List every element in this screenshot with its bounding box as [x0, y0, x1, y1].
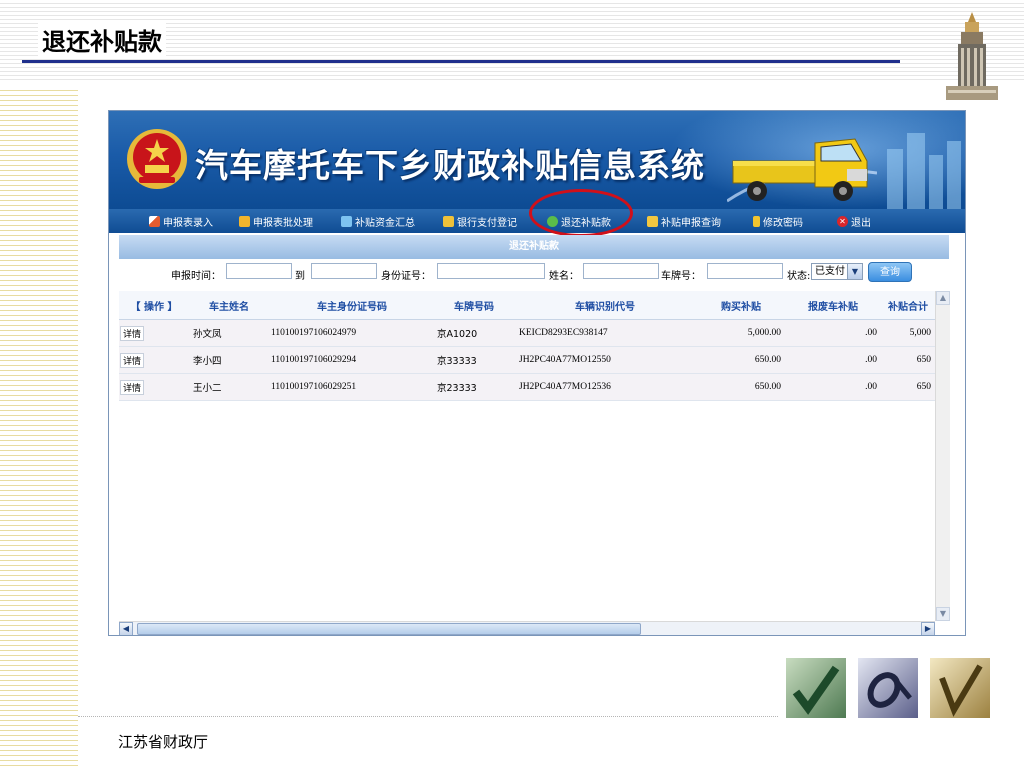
- col-header-scrap-subsidy[interactable]: 报废车补贴: [785, 291, 881, 320]
- buildings-illustration: [887, 133, 961, 209]
- col-header-purchase-subsidy[interactable]: 购买补贴: [697, 291, 785, 320]
- total-subsidy-cell: 650: [881, 373, 935, 401]
- menu-entry-input[interactable]: 申报表录入: [149, 213, 213, 229]
- detail-button[interactable]: 详情: [120, 325, 145, 341]
- horizontal-scrollbar[interactable]: ◀ ▶: [119, 621, 935, 635]
- plate-cell: 京23333: [435, 373, 513, 401]
- table-row: 详情 李小四 110100197106029294 京33333 JH2PC40…: [119, 346, 935, 374]
- menu-label: 修改密码: [763, 217, 803, 229]
- search-icon: [647, 215, 658, 227]
- col-header-action: 【 操作 】: [119, 291, 189, 320]
- menu-logout[interactable]: ✕ 退出: [837, 213, 871, 229]
- zero-sign-icon: [858, 658, 918, 718]
- vin-cell: JH2PC40A77MO12550: [513, 346, 697, 374]
- status-label: 状态:: [787, 271, 811, 282]
- coins-icon: [443, 215, 454, 227]
- detail-button[interactable]: 详情: [120, 379, 145, 395]
- menu-label: 补贴申报查询: [661, 217, 721, 229]
- scroll-left-icon[interactable]: ◀: [119, 622, 133, 635]
- app-banner: 汽车摩托车下乡财政补贴信息系统: [109, 111, 965, 209]
- close-icon: ✕: [837, 215, 848, 227]
- menu-label: 银行支付登记: [457, 217, 517, 229]
- start-date-input[interactable]: [226, 263, 292, 279]
- plate-input[interactable]: [707, 263, 783, 279]
- batch-icon: [239, 215, 250, 227]
- name-label: 姓名：: [549, 271, 579, 282]
- vin-cell: KEICD8293EC938147: [513, 319, 697, 347]
- scroll-up-icon[interactable]: ▲: [936, 291, 950, 305]
- purchase-subsidy-cell: 650.00: [697, 373, 785, 401]
- end-date-input[interactable]: [311, 263, 377, 279]
- checklist-icon: [341, 215, 352, 227]
- owner-name-cell: 王小二: [189, 373, 269, 401]
- status-select[interactable]: 已支付 ▼: [811, 263, 863, 280]
- scrap-subsidy-cell: .00: [785, 319, 881, 347]
- highlight-circle: [529, 189, 633, 237]
- national-emblem-icon: [127, 129, 187, 189]
- panel-title: 退还补贴款: [119, 235, 949, 259]
- id-number-cell: 110100197106024979: [269, 319, 435, 347]
- chevron-down-icon: ▼: [847, 264, 862, 279]
- results-table: 【 操作 】 车主姓名 车主身份证号码 车牌号码 车辆识别代号 购买补贴 报废车…: [119, 291, 935, 619]
- id-number-cell: 110100197106029251: [269, 373, 435, 401]
- app-title: 汽车摩托车下乡财政补贴信息系统: [195, 146, 705, 185]
- search-form: 申报时间： 到 身份证号： 姓名： 车牌号： 状态: 已支付 ▼ 查询: [119, 261, 949, 285]
- truck-illustration: [727, 138, 877, 203]
- plate-cell: 京A1020: [435, 319, 513, 347]
- to-label: 到: [295, 271, 305, 282]
- col-header-vin[interactable]: 车辆识别代号: [513, 291, 697, 320]
- checkmark-icon: [786, 658, 846, 718]
- menu-label: 补贴资金汇总: [355, 217, 415, 229]
- col-header-owner-name[interactable]: 车主姓名: [189, 291, 269, 320]
- pen-icon: [149, 215, 160, 227]
- purchase-subsidy-cell: 650.00: [697, 346, 785, 374]
- plate-label: 车牌号：: [661, 271, 701, 282]
- horizontal-scroll-thumb[interactable]: [137, 623, 641, 635]
- col-header-plate[interactable]: 车牌号码: [435, 291, 513, 320]
- slide-title: 退还补贴款: [38, 22, 166, 57]
- menu-label: 申报表批处理: [253, 217, 313, 229]
- plate-cell: 京33333: [435, 346, 513, 374]
- purchase-subsidy-cell: 5,000.00: [697, 319, 785, 347]
- table-header-row: 【 操作 】 车主姓名 车主身份证号码 车牌号码 车辆识别代号 购买补贴 报废车…: [119, 291, 935, 320]
- query-button[interactable]: 查询: [868, 262, 912, 282]
- table-row: 详情 王小二 110100197106029251 京23333 JH2PC40…: [119, 373, 935, 401]
- checkmark-gold-icon: [930, 658, 990, 718]
- table-row: 详情 孙文凤 110100197106024979 京A1020 KEICD82…: [119, 319, 935, 347]
- scroll-right-icon[interactable]: ▶: [921, 622, 935, 635]
- slide-side-lines: [0, 86, 78, 768]
- scrap-subsidy-cell: .00: [785, 373, 881, 401]
- menu-label: 申报表录入: [163, 217, 213, 229]
- date-label: 申报时间：: [171, 271, 221, 282]
- title-divider: [22, 60, 900, 63]
- col-header-total-subsidy[interactable]: 补贴合计: [881, 291, 935, 320]
- menu-batch-process[interactable]: 申报表批处理: [239, 213, 313, 229]
- menu-fund-summary[interactable]: 补贴资金汇总: [341, 213, 415, 229]
- detail-button[interactable]: 详情: [120, 352, 145, 368]
- status-value: 已支付: [815, 266, 845, 277]
- name-input[interactable]: [583, 263, 659, 279]
- id-label: 身份证号：: [381, 271, 431, 282]
- owner-name-cell: 李小四: [189, 346, 269, 374]
- total-subsidy-cell: 5,000: [881, 319, 935, 347]
- owner-name-cell: 孙文凤: [189, 319, 269, 347]
- menu-bank-payment[interactable]: 银行支付登记: [443, 213, 517, 229]
- menu-change-password[interactable]: 修改密码: [753, 213, 803, 229]
- footer-organization: 江苏省财政厅: [118, 733, 209, 751]
- scroll-down-icon[interactable]: ▼: [936, 607, 950, 621]
- menu-subsidy-query[interactable]: 补贴申报查询: [647, 213, 721, 229]
- footer-divider: [78, 716, 778, 717]
- total-subsidy-cell: 650: [881, 346, 935, 374]
- id-number-input[interactable]: [437, 263, 545, 279]
- menu-label: 退出: [851, 217, 871, 229]
- vertical-scrollbar[interactable]: ▲ ▼: [935, 291, 950, 621]
- key-icon: [753, 215, 760, 227]
- tower-icon: [946, 12, 998, 100]
- scrap-subsidy-cell: .00: [785, 346, 881, 374]
- app-window: 汽车摩托车下乡财政补贴信息系统 申报表录入 申报表批处理 补贴资金汇总 银行支付…: [108, 110, 966, 636]
- col-header-id-number[interactable]: 车主身份证号码: [269, 291, 435, 320]
- id-number-cell: 110100197106029294: [269, 346, 435, 374]
- vin-cell: JH2PC40A77MO12536: [513, 373, 697, 401]
